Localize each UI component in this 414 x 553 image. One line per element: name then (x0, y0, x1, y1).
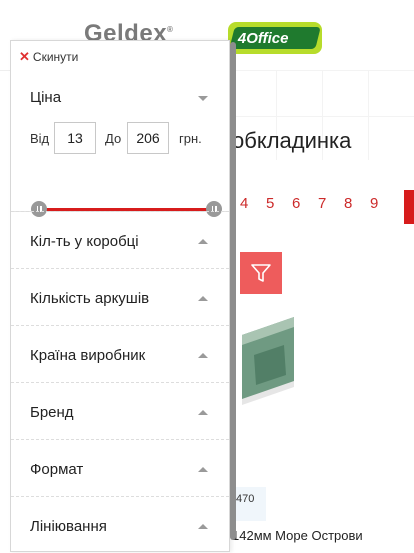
close-icon: ✕ (19, 49, 30, 64)
pagination-next-button[interactable] (404, 190, 414, 224)
price-to-label: До (105, 131, 122, 146)
page-link[interactable]: 9 (370, 195, 396, 212)
facet-label: Лініювання (30, 518, 107, 535)
price-title[interactable]: Ціна (30, 89, 61, 106)
price-from-label: Від (30, 131, 50, 146)
page-link[interactable]: 7 (318, 195, 344, 212)
chevron-up-icon (198, 296, 208, 301)
facet-country[interactable]: Країна виробник (11, 325, 229, 382)
facet-label: Бренд (30, 404, 74, 421)
page-link[interactable]: 8 (344, 195, 370, 212)
chevron-up-icon (198, 239, 208, 244)
panel-scrollbar[interactable] (230, 42, 236, 540)
product-code: 470 (232, 487, 266, 521)
chevron-down-icon[interactable] (198, 96, 208, 101)
facet-label: Країна виробник (30, 347, 146, 364)
facet-box-quantity[interactable]: Кіл-ть у коробці (11, 211, 229, 268)
facet-label: Формат (30, 461, 84, 478)
page-link[interactable]: 5 (266, 195, 292, 212)
chevron-up-icon (198, 467, 208, 472)
facet-ruling[interactable]: Лініювання (11, 496, 229, 553)
pagination: 4 5 6 7 8 9 (240, 195, 396, 212)
product-title[interactable]: 142мм Море Острови (232, 528, 363, 543)
facet-sheet-count[interactable]: Кількість аркушів (11, 268, 229, 325)
filter-toggle-button[interactable] (240, 252, 282, 294)
4office-logo[interactable]: 4Office (228, 22, 322, 54)
chevron-up-icon (198, 353, 208, 358)
reset-label: Скинути (32, 50, 79, 64)
price-to-input[interactable]: 206 (127, 122, 169, 154)
price-from-input[interactable]: 13 (54, 122, 96, 154)
currency-label: грн. (179, 131, 202, 146)
page-link[interactable]: 4 (240, 195, 266, 212)
reset-filters-button[interactable]: ✕ Скинути (19, 49, 78, 65)
product-image[interactable] (234, 315, 294, 405)
funnel-icon (251, 264, 271, 282)
filter-panel: ✕ Скинути Ціна Від 13 До 206 грн. Кіл-ть… (10, 40, 230, 552)
page-link[interactable]: 6 (292, 195, 318, 212)
chevron-up-icon (198, 524, 208, 529)
price-section: Ціна Від 13 До 206 грн. (11, 77, 229, 217)
facet-label: Кіл-ть у коробці (30, 233, 139, 250)
facet-brand[interactable]: Бренд (11, 382, 229, 439)
chevron-up-icon (198, 410, 208, 415)
facet-format[interactable]: Формат (11, 439, 229, 496)
page-title: обкладинка (232, 128, 352, 153)
price-range-inputs: Від 13 До 206 грн. (30, 122, 220, 154)
facet-label: Кількість аркушів (30, 290, 150, 307)
